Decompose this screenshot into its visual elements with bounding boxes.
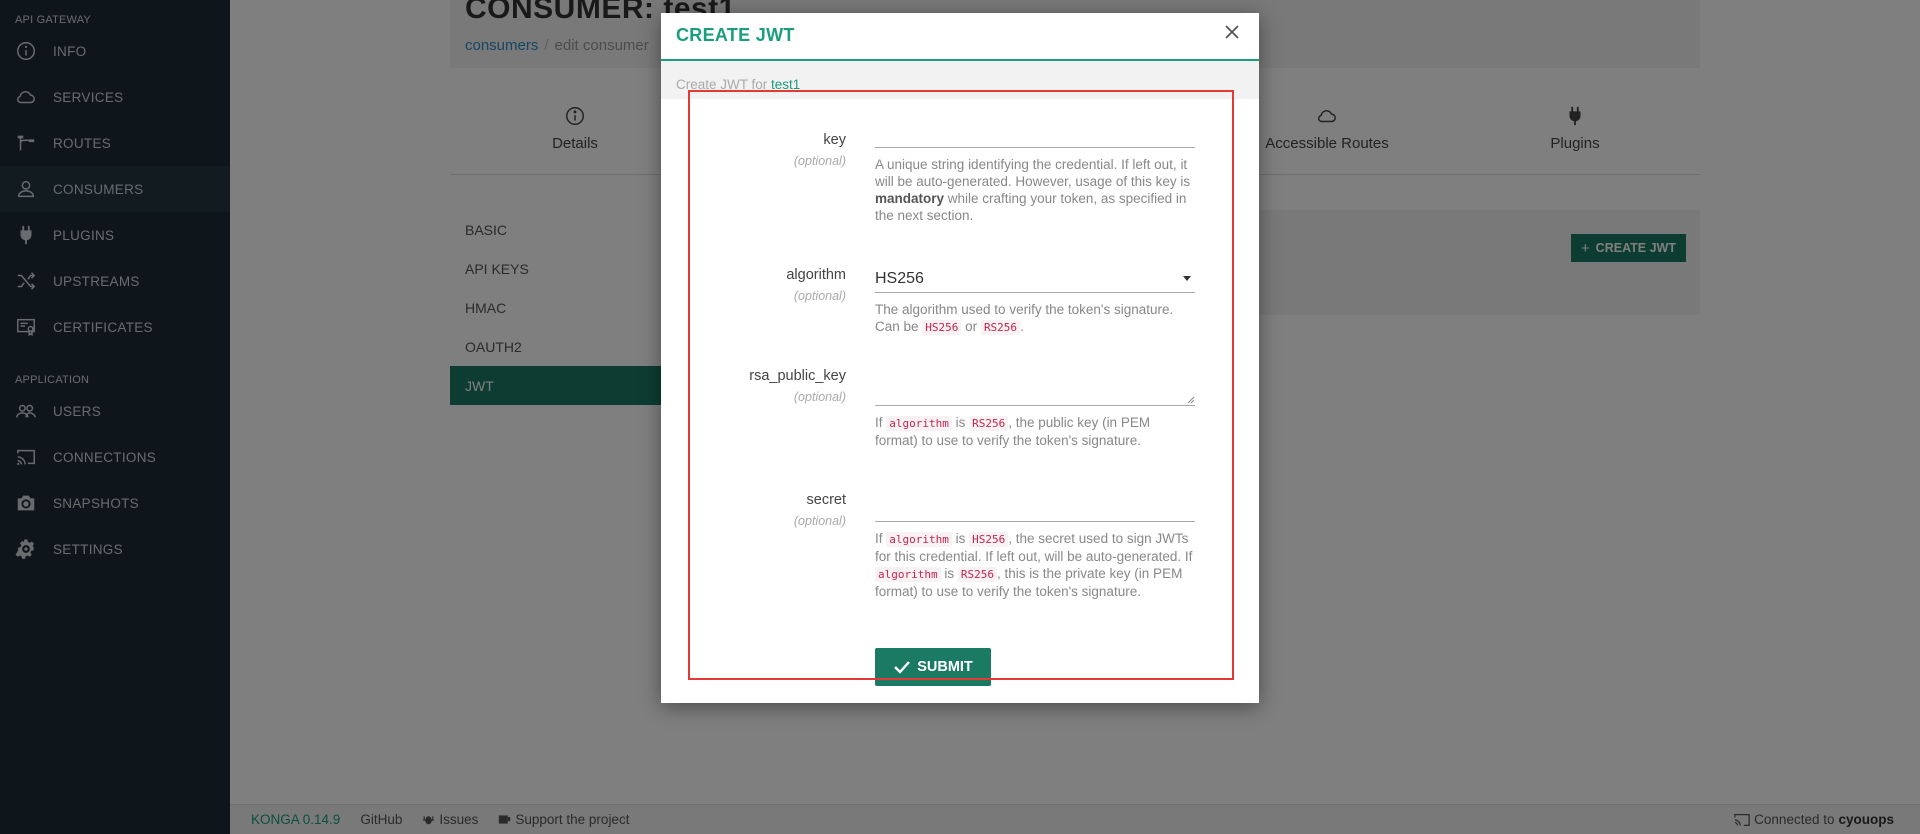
rsa-public-key-field-group: If algorithm is RS256, the public key (i… <box>875 361 1195 449</box>
check-icon <box>894 661 911 674</box>
secret-field-group: If algorithm is HS256, the secret used t… <box>875 494 1195 600</box>
rsa-public-key-optional: (optional) <box>793 390 846 404</box>
submit-button[interactable]: SUBMIT <box>875 648 991 686</box>
rsa-public-key-label-group: rsa_public_key (optional) <box>749 368 846 404</box>
secret-label: secret <box>806 492 847 508</box>
key-input[interactable] <box>875 120 1195 148</box>
rsa-public-key-label: rsa_public_key <box>749 368 846 384</box>
modal-header: CREATE JWT <box>661 13 1259 61</box>
key-field-group: A unique string identifying the credenti… <box>875 120 1195 224</box>
chevron-down-icon <box>1183 276 1191 281</box>
key-help: A unique string identifying the credenti… <box>875 157 1191 223</box>
algorithm-label: algorithm <box>786 267 846 283</box>
key-label: key <box>823 132 846 148</box>
close-icon <box>1225 25 1239 39</box>
algorithm-help: The algorithm used to verify the token's… <box>875 302 1174 335</box>
algorithm-field-group: HS256 The algorithm used to verify the t… <box>875 265 1195 336</box>
secret-optional: (optional) <box>793 514 846 528</box>
key-label-group: key (optional) <box>794 132 846 168</box>
secret-help: If algorithm is HS256, the secret used t… <box>875 531 1193 599</box>
algorithm-selected-value: HS256 <box>875 269 924 287</box>
rsa-public-key-help: If algorithm is RS256, the public key (i… <box>875 415 1151 448</box>
modal-subtitle-prefix: Create JWT for <box>676 77 768 92</box>
algorithm-optional: (optional) <box>793 289 846 303</box>
modal-subtitle-consumer: test1 <box>771 77 801 92</box>
secret-label-group: secret (optional) <box>794 492 846 528</box>
modal-subtitle: Create JWT for test1 <box>661 61 1259 99</box>
secret-input[interactable] <box>875 494 1195 522</box>
create-jwt-modal: CREATE JWT Create JWT for test1 key (opt… <box>661 13 1259 703</box>
modal-title: CREATE JWT <box>676 25 795 45</box>
close-button[interactable] <box>1221 21 1243 43</box>
algorithm-select[interactable]: HS256 <box>875 265 1195 293</box>
submit-label: SUBMIT <box>917 659 973 675</box>
rsa-public-key-textarea[interactable] <box>875 361 1195 406</box>
algorithm-label-group: algorithm (optional) <box>786 267 846 303</box>
resize-handle-icon[interactable] <box>1187 396 1195 404</box>
key-optional: (optional) <box>793 154 846 168</box>
